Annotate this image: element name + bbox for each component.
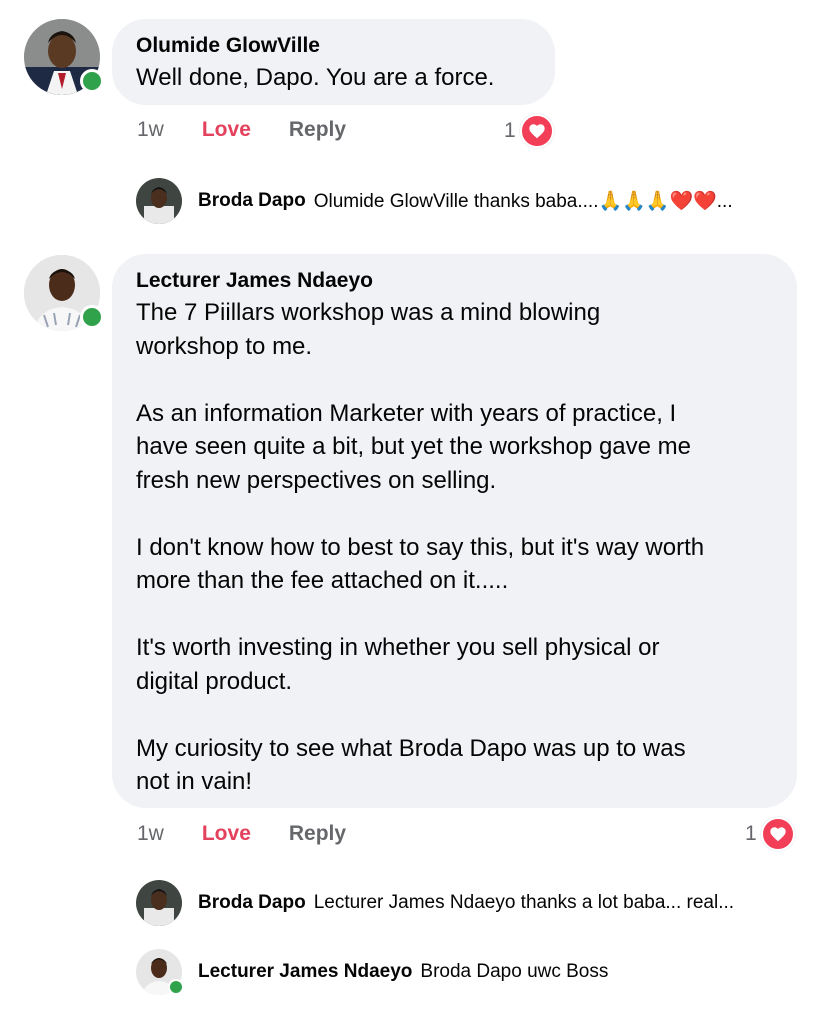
reply-author[interactable]: Broda Dapo <box>198 190 306 212</box>
comment-bubble: Lecturer James Ndaeyo The 7 Piillars wor… <box>112 254 797 808</box>
comment-actions: 1w Love Reply <box>137 118 346 142</box>
reply-preview[interactable]: Broda Dapo Lecturer James Ndaeyo thanks … <box>136 880 734 926</box>
love-button[interactable]: Love <box>202 822 251 846</box>
love-button[interactable]: Love <box>202 118 251 142</box>
reaction-summary[interactable]: 1 <box>745 817 795 851</box>
avatar-photo <box>136 178 182 224</box>
avatar-olumide[interactable] <box>24 19 104 95</box>
avatar-james-ndaeyo[interactable] <box>24 255 104 331</box>
avatar-james-ndaeyo[interactable] <box>136 949 184 995</box>
reply-button[interactable]: Reply <box>289 118 346 142</box>
comment-text: The 7 Piillars workshop was a mind blowi… <box>136 299 705 795</box>
reaction-count: 1 <box>504 119 516 142</box>
online-status-icon <box>80 69 104 93</box>
comment-actions: 1w Love Reply <box>137 822 346 846</box>
reply-author[interactable]: Lecturer James Ndaeyo <box>198 961 412 983</box>
reply-text: Olumide GlowVille thanks baba....🙏🙏🙏❤️❤️… <box>313 191 733 212</box>
reply-button[interactable]: Reply <box>289 822 346 846</box>
comment-timestamp[interactable]: 1w <box>137 118 164 142</box>
reaction-count: 1 <box>745 822 757 845</box>
online-status-icon <box>168 979 184 995</box>
comment-timestamp[interactable]: 1w <box>137 822 164 846</box>
avatar-photo <box>136 880 182 926</box>
online-status-icon <box>80 305 104 329</box>
comment-text: Well done, Dapo. You are a force. <box>136 64 495 91</box>
reply-text: Broda Dapo uwc Boss <box>420 961 609 982</box>
heart-reaction-icon <box>760 817 795 851</box>
avatar-broda-dapo[interactable] <box>136 880 182 926</box>
reply-author[interactable]: Broda Dapo <box>198 892 306 914</box>
comment-bubble: Olumide GlowVille Well done, Dapo. You a… <box>112 19 555 105</box>
reaction-summary[interactable]: 1 <box>504 114 554 148</box>
reply-text: Lecturer James Ndaeyo thanks a lot baba.… <box>313 892 735 913</box>
heart-reaction-icon <box>519 114 554 148</box>
avatar-broda-dapo[interactable] <box>136 178 182 224</box>
reply-preview[interactable]: Broda Dapo Olumide GlowVille thanks baba… <box>136 178 733 224</box>
reply-preview[interactable]: Lecturer James Ndaeyo Broda Dapo uwc Bos… <box>136 949 608 995</box>
comment-author[interactable]: Lecturer James Ndaeyo <box>136 268 773 294</box>
comment-author[interactable]: Olumide GlowVille <box>136 33 531 59</box>
